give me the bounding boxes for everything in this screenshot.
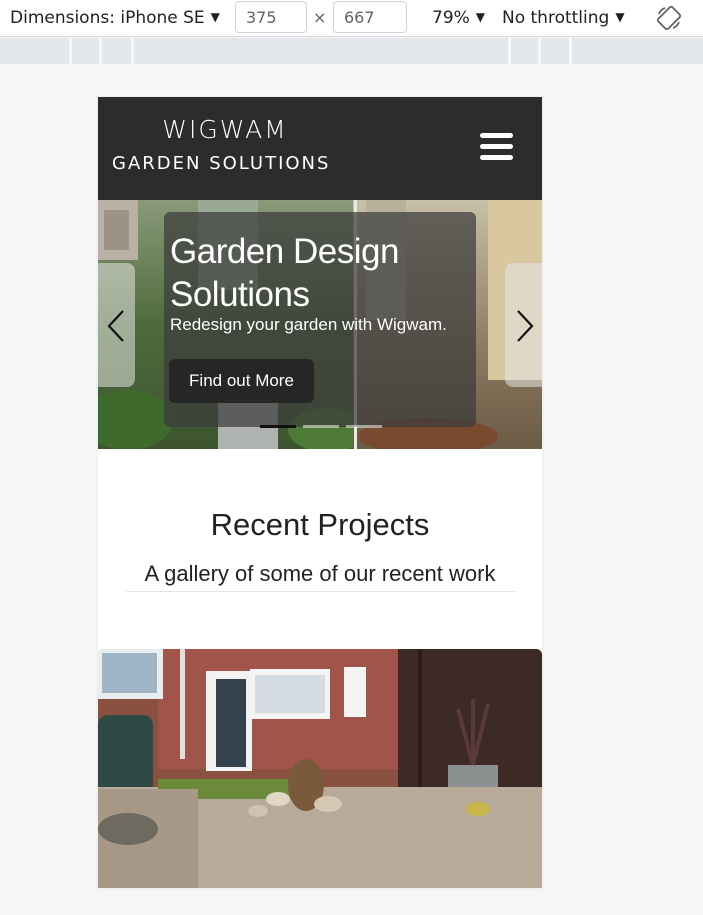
caret-down-icon: ▼	[615, 10, 625, 24]
hero-title: Garden Design Solutions	[170, 232, 399, 314]
brand-logo-line2[interactable]: GARDEN SOLUTIONS	[112, 153, 330, 174]
chevron-left-icon	[107, 310, 124, 342]
hero-subtitle: Redesign your garden with Wigwam.	[170, 315, 447, 334]
carousel-indicator[interactable]	[303, 425, 339, 428]
hamburger-menu-icon[interactable]	[480, 133, 513, 161]
carousel-indicator[interactable]	[260, 425, 296, 428]
media-query-ruler[interactable]	[0, 38, 703, 64]
devtools-device-toolbar: Dimensions: iPhone SE ▼ 375 × 667 79% ▼ No…	[0, 0, 703, 37]
gallery-project-image[interactable]	[98, 649, 542, 888]
throttling-dropdown[interactable]: No throttling ▼	[502, 8, 625, 28]
times-icon: ×	[313, 8, 327, 27]
dimensions-label: Dimensions: iPhone SE	[10, 8, 205, 28]
dimensions-dropdown[interactable]: Dimensions: iPhone SE ▼	[10, 8, 220, 28]
ruler-divider	[69, 38, 72, 64]
height-input[interactable]: 667	[333, 1, 407, 33]
ruler-divider	[538, 38, 541, 64]
ruler-divider	[508, 38, 511, 64]
rotate-icon[interactable]	[656, 5, 682, 31]
carousel-caption: Garden Design Solutions Redesign your ga…	[164, 212, 476, 427]
throttling-label: No throttling	[502, 8, 610, 28]
carousel-next-button[interactable]	[505, 263, 542, 387]
carousel-indicators	[260, 415, 389, 433]
zoom-label: 79%	[432, 8, 470, 28]
carousel-indicator[interactable]	[346, 425, 382, 428]
brand-logo-line1[interactable]: WIGWAM	[160, 115, 290, 144]
ruler-divider	[569, 38, 572, 64]
hero-carousel: Garden Design Solutions Redesign your ga…	[98, 200, 542, 449]
recent-projects-subheading: A gallery of some of our recent work	[144, 561, 496, 586]
recent-projects-heading: Recent Projects	[210, 507, 430, 542]
navbar: WIGWAM GARDEN SOLUTIONS	[98, 97, 542, 200]
ruler-divider	[99, 38, 102, 64]
caret-down-icon: ▼	[475, 10, 486, 24]
carousel-prev-button[interactable]	[98, 263, 135, 387]
chevron-right-icon	[517, 310, 534, 342]
section-divider	[126, 591, 516, 592]
find-out-more-button[interactable]: Find out More	[169, 359, 314, 403]
caret-down-icon: ▼	[210, 10, 220, 24]
ruler-divider	[131, 38, 134, 64]
zoom-dropdown[interactable]: 79% ▼	[432, 8, 485, 28]
device-viewport: WIGWAM GARDEN SOLUTIONS Garden Design So…	[98, 97, 542, 888]
width-input[interactable]: 375	[235, 1, 307, 33]
